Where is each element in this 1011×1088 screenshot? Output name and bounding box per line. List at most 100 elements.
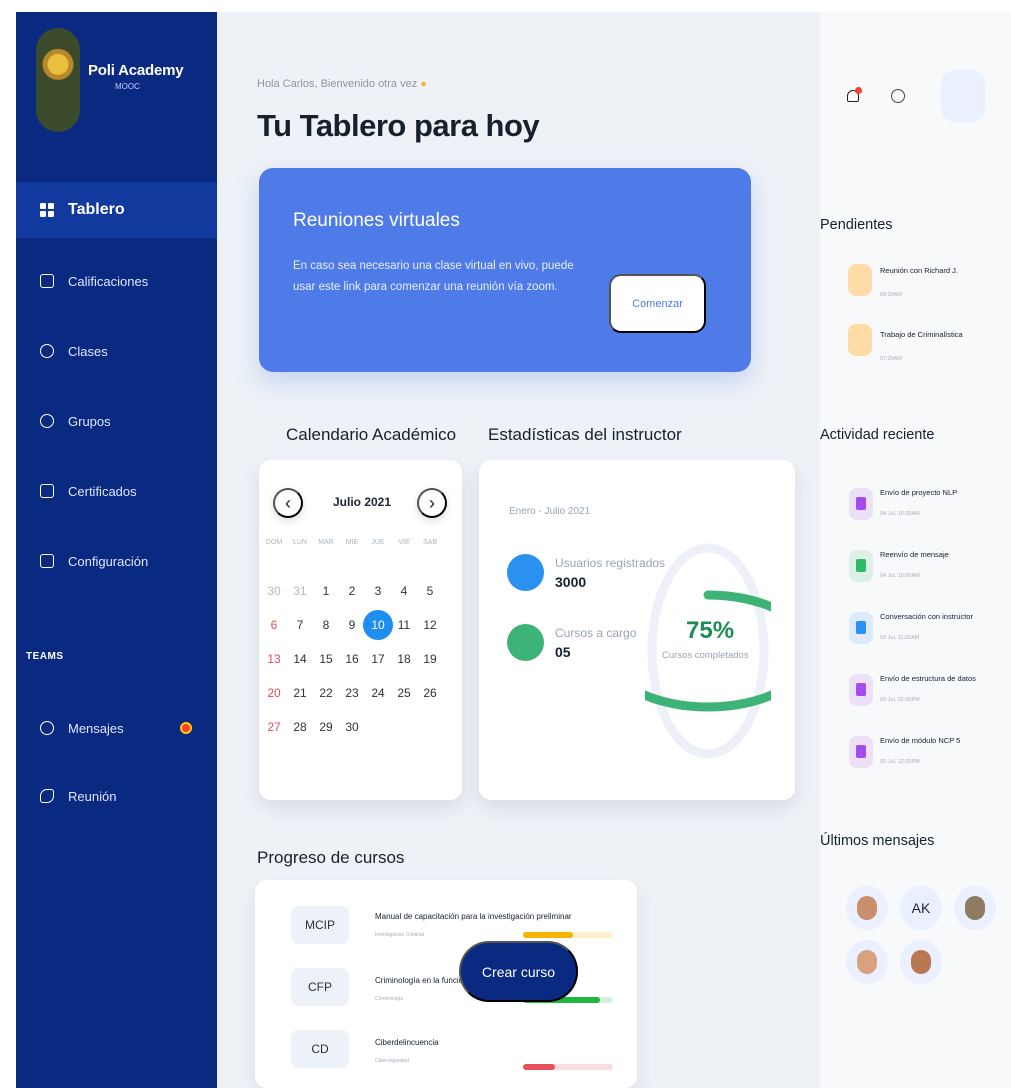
calendar-day[interactable]: 16 (340, 652, 364, 666)
calendar-day[interactable]: 1 (314, 584, 338, 598)
calendar-day[interactable]: 24 (366, 686, 390, 700)
calendar-weekday: LUN (292, 539, 307, 546)
sidebar-item-certificados[interactable]: Certificados (16, 463, 217, 519)
pending-title-text: Trabajo de Criminalística (880, 330, 963, 339)
sidebar-item-tablero[interactable]: Tablero (16, 182, 217, 238)
instructor-stats-card: Enero - Julio 2021 Usuarios registrados … (479, 460, 795, 800)
app-window: Poli Academy MOOC Tablero Calificaciones… (0, 0, 1011, 1088)
main-content: Hola Carlos, Bienvenido otra vez ● Tu Ta… (217, 12, 820, 1088)
activity-title-text: Envío de proyecto NLP (880, 488, 958, 497)
course-code: CFP (291, 968, 349, 1006)
greeting-text: Hola Carlos, Bienvenido otra vez ● (257, 78, 427, 90)
sidebar-item-clases[interactable]: Clases (16, 323, 217, 379)
progress-title: Progreso de cursos (257, 848, 405, 867)
course-progress-card: MCIP Manual de capacitación para la inve… (255, 880, 637, 1088)
calendar-day[interactable]: 4 (392, 584, 416, 598)
calendar-day[interactable]: 8 (314, 618, 338, 632)
phone-icon (40, 789, 54, 803)
calendar-day[interactable]: 11 (392, 618, 416, 632)
dashboard-icon (40, 203, 54, 217)
calendar-day[interactable]: 25 (392, 686, 416, 700)
calendar-day[interactable]: 3 (366, 584, 390, 598)
calendar-day[interactable]: 28 (288, 720, 312, 734)
calendar-weekday: DOM (265, 539, 283, 546)
banner-title: Reuniones virtuales (293, 210, 460, 231)
calendar-day[interactable]: 22 (314, 686, 338, 700)
avatar[interactable] (846, 886, 888, 930)
calendar-day[interactable]: 6 (262, 618, 286, 632)
activity-time: 04 Jul, 10:00AM (880, 573, 920, 579)
activity-time: 02 Jul, 12:20PM (880, 759, 920, 765)
avatar[interactable] (846, 940, 888, 984)
clipboard-icon (849, 736, 873, 768)
chat-icon (40, 721, 54, 735)
avatar[interactable] (941, 70, 985, 122)
course-code: MCIP (291, 906, 349, 944)
calendar-day[interactable]: 19 (418, 652, 442, 666)
virtual-meetings-banner: Reuniones virtuales En caso sea necesari… (259, 168, 751, 372)
settings-gear-icon[interactable] (885, 83, 911, 109)
activity-time: 03 Jul, 02:00PM (880, 697, 920, 703)
avatar[interactable] (900, 940, 942, 984)
activity-title-text: Envío de módulo NCP 5 (880, 736, 961, 745)
pending-time: 09:30AM (880, 292, 903, 298)
courses-value: 05 (555, 644, 571, 660)
calendar-day[interactable]: 21 (288, 686, 312, 700)
calendar-day[interactable]: 13 (262, 652, 286, 666)
building-icon (40, 554, 54, 568)
activity-time: 03 Jul, 11:02AM (880, 635, 920, 641)
activity-time: 04 Jul, 10:20AM (880, 511, 920, 517)
calendar-day[interactable]: 30 (340, 720, 364, 734)
calendar-day[interactable]: 18 (392, 652, 416, 666)
course-category: Investigación Criminal (375, 932, 424, 938)
sidebar-item-label: Configuración (68, 553, 149, 569)
calendar-day[interactable]: 2 (340, 584, 364, 598)
calendar-day[interactable]: 17 (366, 652, 390, 666)
calendar-weekday: VIE (398, 539, 410, 546)
sidebar-item-label: Clases (68, 343, 108, 359)
avatar[interactable] (954, 886, 996, 930)
course-progress-bar (523, 932, 613, 938)
clipboard-icon (849, 674, 873, 706)
calendar-title: Calendario Académico (286, 425, 457, 444)
sidebar: Poli Academy MOOC Tablero Calificaciones… (16, 12, 217, 1088)
calendar-day[interactable]: 15 (314, 652, 338, 666)
forward-icon (849, 550, 873, 582)
completion-label: Cursos completados (662, 650, 749, 661)
right-panel: Pendientes Reunión con Richard J. 09:30A… (820, 12, 1011, 1088)
brand-subtitle: MOOC (115, 82, 140, 91)
start-meeting-button[interactable]: Comenzar (609, 274, 706, 333)
banner-text: En caso sea necesario una clase virtual … (293, 260, 574, 293)
stats-title: Estadísticas del instructor (488, 425, 682, 444)
calendar-day[interactable]: 27 (262, 720, 286, 734)
calendar-day[interactable]: 10 (363, 610, 393, 640)
calendar-day[interactable]: 29 (314, 720, 338, 734)
sidebar-item-grupos[interactable]: Grupos (16, 393, 217, 449)
calendar-day[interactable]: 20 (262, 686, 286, 700)
messages-title: Últimos mensajes (820, 833, 935, 849)
calendar-day[interactable]: 9 (340, 618, 364, 632)
users-value: 3000 (555, 574, 587, 590)
calendar-day[interactable]: 30 (262, 584, 286, 598)
user-icon (507, 554, 544, 591)
sidebar-item-configuracion[interactable]: Configuración (16, 533, 217, 589)
calendar-day[interactable]: 31 (288, 584, 312, 598)
calendar-day[interactable]: 26 (418, 686, 442, 700)
avatar[interactable]: AK (900, 886, 942, 930)
calendar-day[interactable]: 7 (288, 618, 312, 632)
course-user-icon (507, 624, 544, 661)
course-code: CD (291, 1030, 349, 1068)
sidebar-item-reunion[interactable]: Reunión (16, 768, 217, 824)
completion-percent: 75% (686, 617, 735, 644)
prev-month-button[interactable]: ‹ (273, 488, 303, 518)
next-month-button[interactable]: › (417, 488, 447, 518)
calendar-day[interactable]: 14 (288, 652, 312, 666)
activity-title-text: Envío de estructura de datos (880, 674, 976, 683)
calendar-day[interactable]: 5 (418, 584, 442, 598)
academy-logo (36, 28, 80, 132)
calendar-day[interactable]: 23 (340, 686, 364, 700)
notification-bell-icon[interactable] (840, 83, 866, 109)
create-course-button[interactable]: Crear curso (459, 941, 578, 1002)
sidebar-item-calificaciones[interactable]: Calificaciones (16, 253, 217, 309)
calendar-day[interactable]: 12 (418, 618, 442, 632)
